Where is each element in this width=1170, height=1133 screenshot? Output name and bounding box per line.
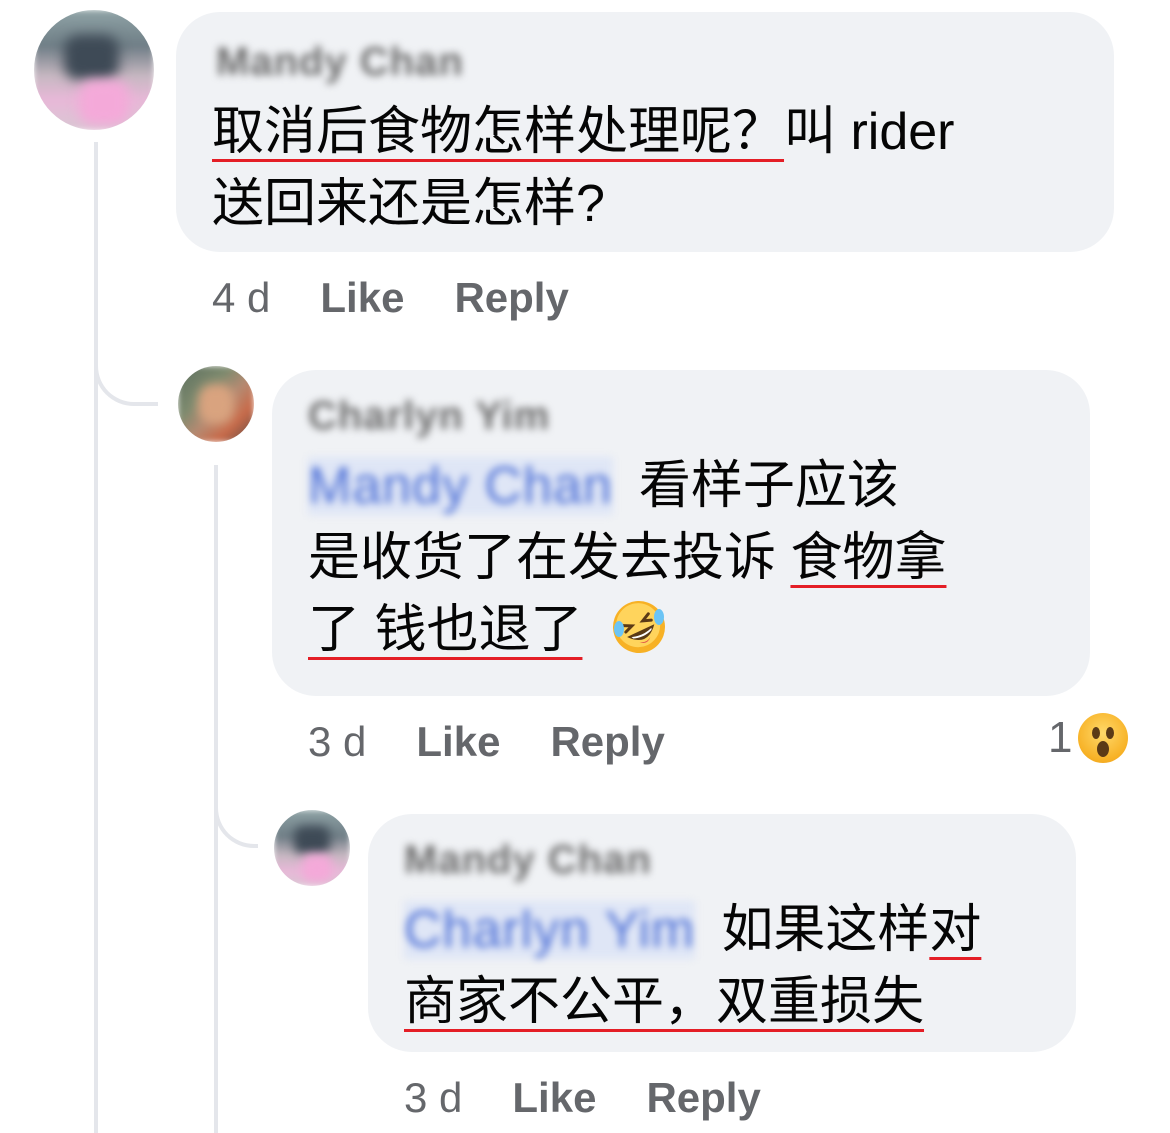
- comment-author[interactable]: Charlyn Yim: [308, 394, 550, 439]
- avatar[interactable]: [274, 810, 350, 886]
- like-button[interactable]: Like: [512, 1074, 596, 1122]
- comment-text-segment: [613, 457, 639, 515]
- comment-text: 取消后食物怎样处理呢？叫 rider 送回来还是怎样?: [212, 96, 955, 240]
- timestamp[interactable]: 4 d: [212, 274, 270, 322]
- comment-text-segment: 如果这样: [721, 901, 930, 959]
- underlined-text: 商家不公平，双重损失: [404, 973, 925, 1031]
- comment-bubble: Mandy Chan 取消后食物怎样处理呢？叫 rider 送回来还是怎样?: [176, 12, 1114, 252]
- thread-connector-reply-1: [94, 330, 158, 406]
- wow-emoji-icon: [1078, 713, 1129, 763]
- mention-link[interactable]: Charlyn Yim: [404, 901, 696, 959]
- comment-text: Charlyn Yim 如果这样对 商家不公平，双重损失: [404, 894, 981, 1038]
- comment-text-segment: 送回来还是怎样?: [212, 175, 605, 233]
- like-button[interactable]: Like: [416, 718, 500, 766]
- like-button[interactable]: Like: [320, 274, 404, 322]
- comment-actions: 4 d Like Reply: [212, 274, 619, 322]
- comment-actions: 3 d Like Reply: [308, 718, 715, 766]
- reply-button[interactable]: Reply: [454, 274, 568, 322]
- reaction-summary[interactable]: 1: [1048, 713, 1129, 763]
- avatar[interactable]: [34, 10, 154, 130]
- underlined-text: 了 钱也退了: [308, 601, 583, 659]
- timestamp[interactable]: 3 d: [308, 718, 366, 766]
- comment-text: Mandy Chan 看样子应该 是收货了在发去投诉 食物拿 了 钱也退了: [308, 450, 946, 666]
- comment-text-segment: 是收货了在发去投诉: [308, 529, 791, 587]
- underlined-text: 取消后食物怎样处理呢？: [212, 103, 785, 161]
- timestamp[interactable]: 3 d: [404, 1074, 462, 1122]
- comment-bubble: Mandy Chan Charlyn Yim 如果这样对 商家不公平，双重损失: [368, 814, 1076, 1052]
- comment-author[interactable]: Mandy Chan: [404, 838, 652, 883]
- reply-button[interactable]: Reply: [646, 1074, 760, 1122]
- comment-text-segment: 看样子应该: [638, 457, 899, 515]
- mention-link[interactable]: Mandy Chan: [308, 457, 613, 515]
- underlined-text: 食物拿: [790, 529, 947, 587]
- comment-bubble: Charlyn Yim Mandy Chan 看样子应该 是收货了在发去投诉 食…: [272, 370, 1090, 696]
- comment-text-segment: 叫 rider: [784, 103, 955, 161]
- reaction-count: 1: [1048, 713, 1073, 762]
- thread-connector-reply-2: [214, 770, 258, 848]
- comment-author[interactable]: Mandy Chan: [216, 40, 464, 85]
- underlined-text: 对: [929, 901, 982, 959]
- comment-text-segment: [695, 901, 721, 959]
- thread-line-main: [94, 142, 98, 1133]
- avatar[interactable]: [178, 366, 254, 442]
- rofl-emoji-icon: [612, 601, 665, 653]
- comment-actions: 3 d Like Reply: [404, 1074, 811, 1122]
- reply-button[interactable]: Reply: [550, 718, 664, 766]
